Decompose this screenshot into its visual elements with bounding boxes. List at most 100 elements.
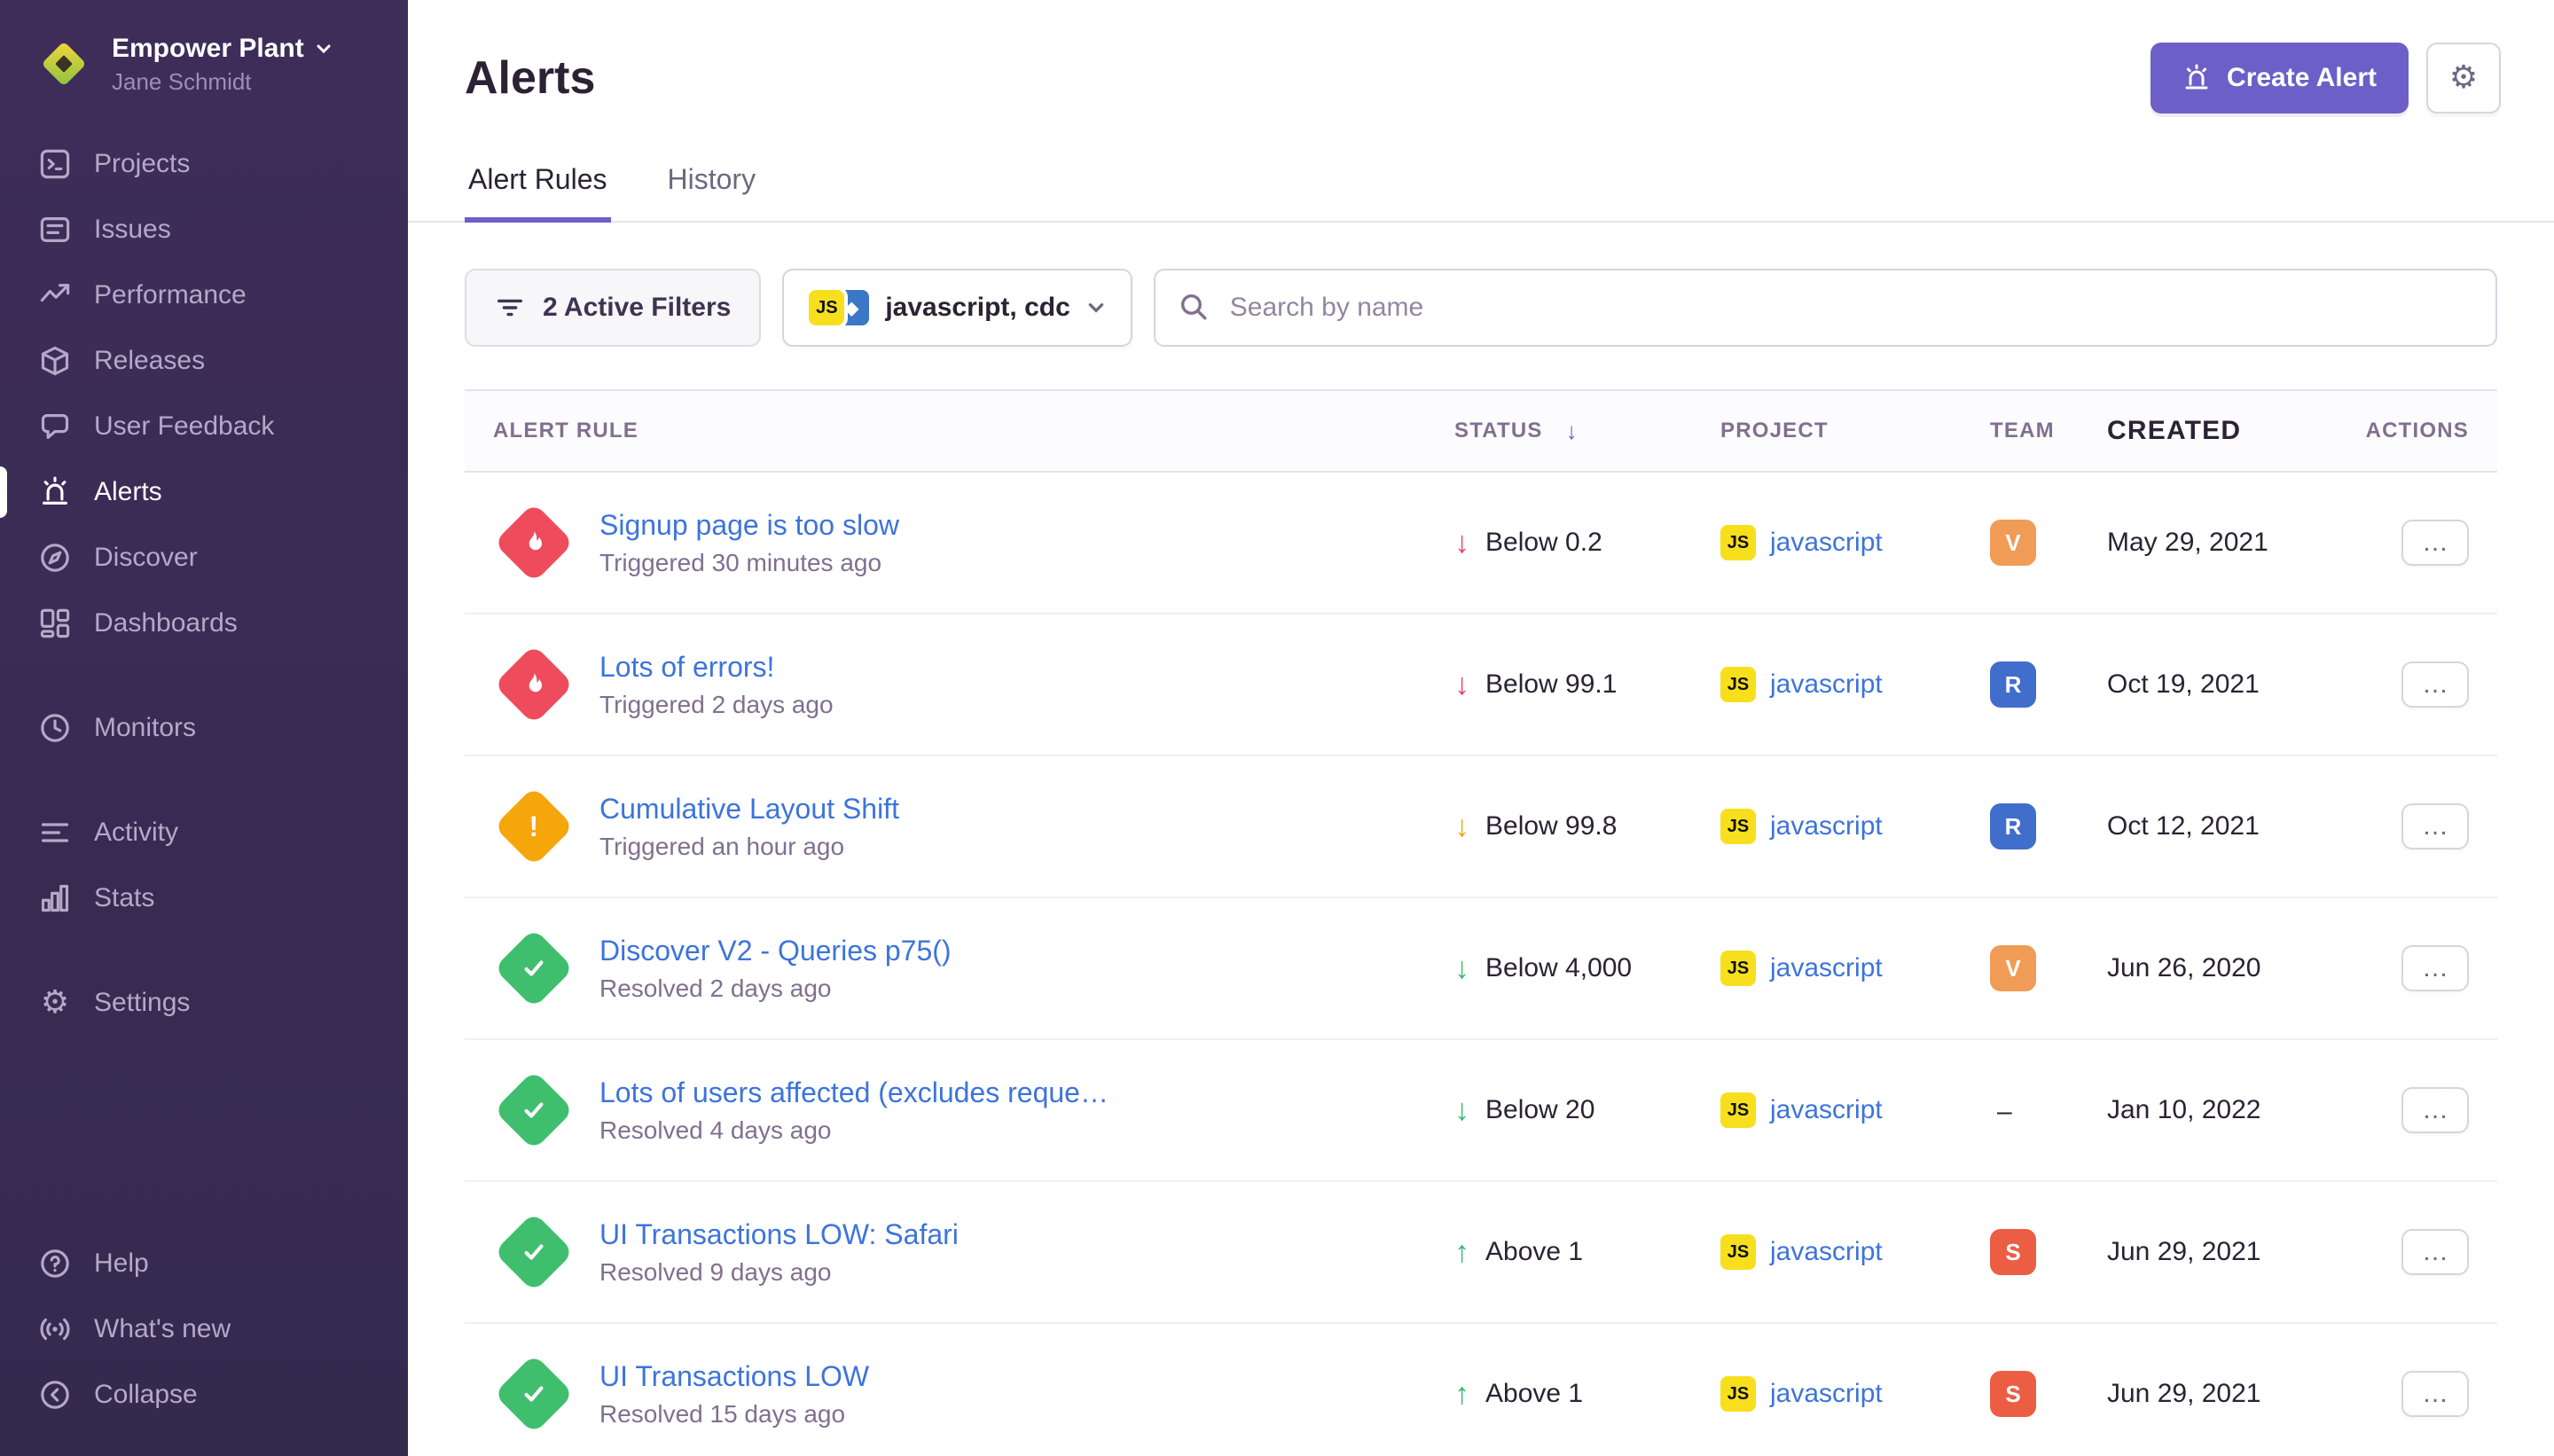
main-content: Alerts Create Alert ⚙ Alert Rules Histor… [408,0,2554,1456]
sidebar-item-dashboards[interactable]: Dashboards [0,591,408,656]
alert-rule-link[interactable]: Lots of users affected (excludes reque… [599,1076,1109,1109]
tab-history[interactable]: History [664,153,760,223]
sidebar-item-whats-new[interactable]: What's new [0,1296,408,1362]
team-badge[interactable]: R [1990,803,2036,849]
trend-down-icon: ↓ [1454,810,1469,844]
alert-rule-subtext: Resolved 2 days ago [599,975,952,1003]
alert-rule-link[interactable]: Cumulative Layout Shift [599,793,899,826]
trend-down-icon: ↓ [1454,1093,1469,1128]
project-selector-label: javascript, cdc [885,293,1069,323]
status-text: Below 0.2 [1485,528,1602,558]
tab-bar: Alert Rules History [408,153,2554,223]
project-selector[interactable]: JS ◆ javascript, cdc [782,269,1132,347]
team-badge[interactable]: V [1990,945,2036,991]
alert-rule-link[interactable]: UI Transactions LOW [599,1360,869,1393]
active-filters-button[interactable]: 2 Active Filters [465,269,761,347]
table-row: UI Transactions LOW: Safari Resolved 9 da… [465,1182,2497,1324]
sidebar-item-monitors[interactable]: Monitors [0,695,408,761]
table-row: Discover V2 - Queries p75() Resolved 2 da… [465,898,2497,1040]
team-badge[interactable]: S [1990,1229,2036,1275]
sidebar-item-stats[interactable]: Stats [0,865,408,931]
alert-rule-link[interactable]: Signup page is too slow [599,509,899,542]
sidebar-collapse-button[interactable]: Collapse [0,1362,408,1428]
trend-down-icon: ↓ [1454,526,1469,560]
issues-icon [39,214,71,246]
sidebar-item-label: User Feedback [94,411,274,442]
sidebar-item-label: Dashboards [94,608,238,638]
column-status[interactable]: Status↓ [1454,418,1720,445]
sidebar-item-issues[interactable]: Issues [0,197,408,262]
gear-icon: ⚙ [2448,62,2480,94]
sidebar-item-label: Help [94,1249,149,1279]
create-alert-button[interactable]: Create Alert [2151,43,2409,114]
project-link[interactable]: javascript [1770,528,1883,558]
resolved-check-icon [493,928,575,1009]
row-actions-button[interactable]: … [2401,520,2469,566]
team-badge[interactable]: V [1990,520,2036,566]
row-actions-button[interactable]: … [2401,945,2469,991]
row-actions-button[interactable]: … [2401,661,2469,708]
sidebar-item-label: Projects [94,149,190,179]
sidebar-item-projects[interactable]: Projects [0,131,408,197]
project-link[interactable]: javascript [1770,953,1883,983]
alert-rule-subtext: Resolved 9 days ago [599,1258,959,1287]
column-created[interactable]: Created [2107,416,2366,446]
table-row: UI Transactions LOWResolved 15 days ago … [465,1324,2497,1456]
team-badge[interactable]: R [1990,661,2036,708]
critical-fire-icon [493,502,575,583]
org-name: Empower Plant [112,32,304,66]
alert-rule-link[interactable]: UI Transactions LOW: Safari [599,1218,959,1251]
trend-down-icon: ↓ [1454,668,1469,702]
column-team: Team [1990,419,2107,443]
table-row: Lots of users affected (excludes reque…R… [465,1040,2497,1182]
table-header: Alert Rule Status↓ Project Team Created … [465,391,2497,473]
sidebar-item-label: Alerts [94,477,162,507]
created-date: Oct 12, 2021 [2107,811,2366,842]
org-logo [35,35,92,92]
sidebar-item-discover[interactable]: Discover [0,525,408,591]
column-actions: Actions [2366,419,2469,443]
project-link[interactable]: javascript [1770,1095,1883,1125]
gear-icon: ⚙ [39,987,71,1019]
alert-rule-link[interactable]: Lots of errors! [599,651,834,684]
row-actions-button[interactable]: … [2401,1229,2469,1275]
resolved-check-icon [493,1353,575,1435]
search-input[interactable] [1154,269,2497,347]
project-link[interactable]: javascript [1770,1237,1883,1267]
project-link[interactable]: javascript [1770,1379,1883,1409]
team-none: – [1990,1097,2012,1126]
warning-icon: ! [493,786,575,867]
alert-settings-button[interactable]: ⚙ [2426,43,2501,114]
resolved-check-icon [493,1069,575,1151]
row-actions-button[interactable]: … [2401,1371,2469,1417]
resolved-check-icon [493,1211,575,1293]
team-badge[interactable]: S [1990,1371,2036,1417]
row-actions-button[interactable]: … [2401,803,2469,849]
column-project: Project [1720,419,1990,443]
sidebar-item-performance[interactable]: Performance [0,262,408,328]
sidebar-item-help[interactable]: Help [0,1231,408,1296]
sidebar-item-label: Discover [94,543,198,573]
sidebar-item-label: What's new [94,1314,231,1344]
sidebar-item-label: Issues [94,215,171,245]
row-actions-button[interactable]: … [2401,1087,2469,1133]
org-switcher[interactable]: Empower Plant Jane Schmidt [0,0,408,124]
sidebar-item-settings[interactable]: ⚙ Settings [0,970,408,1036]
status-text: Below 4,000 [1485,953,1632,983]
sidebar-item-alerts[interactable]: Alerts [0,459,408,525]
active-filters-label: 2 Active Filters [543,293,731,323]
table-row: ! Cumulative Layout ShiftTriggered an ho… [465,756,2497,898]
app-window: Empower Plant Jane Schmidt Projects Issu… [0,0,2554,1456]
alert-rule-subtext: Resolved 15 days ago [599,1400,869,1429]
alert-rule-subtext: Triggered 2 days ago [599,691,834,719]
project-link[interactable]: javascript [1770,669,1883,700]
table-row: Signup page is too slowTriggered 30 minu… [465,473,2497,614]
sidebar-item-activity[interactable]: Activity [0,800,408,865]
project-link[interactable]: javascript [1770,811,1883,842]
sidebar-item-releases[interactable]: Releases [0,328,408,394]
broadcast-icon [39,1313,71,1345]
sidebar-item-user-feedback[interactable]: User Feedback [0,394,408,459]
alert-rule-link[interactable]: Discover V2 - Queries p75() [599,935,952,967]
tab-alert-rules[interactable]: Alert Rules [465,153,611,223]
js-platform-icon: JS [809,290,844,325]
